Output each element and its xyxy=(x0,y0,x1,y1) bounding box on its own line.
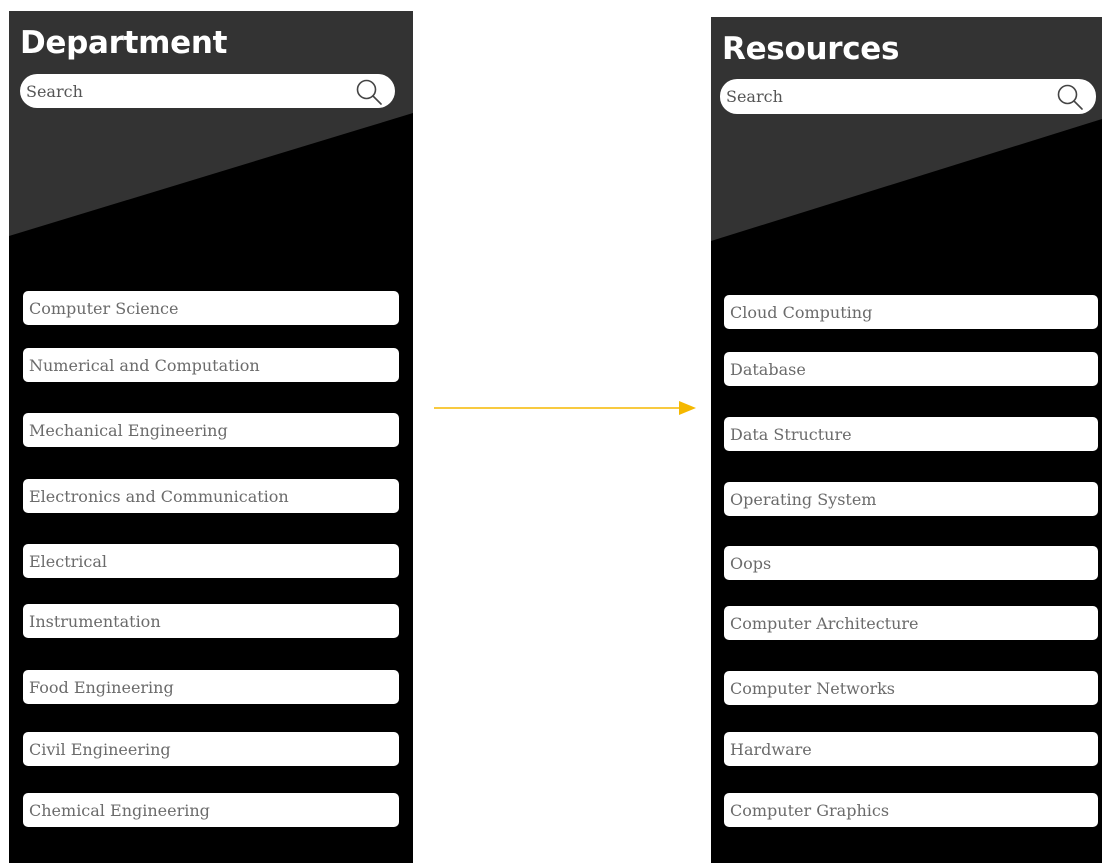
list-item-data-structure[interactable]: Data Structure xyxy=(724,417,1098,451)
search-bar[interactable] xyxy=(720,79,1096,114)
list-item-operating-system[interactable]: Operating System xyxy=(724,482,1098,516)
list-item-civil-engineering[interactable]: Civil Engineering xyxy=(23,732,399,766)
list-item-computer-science[interactable]: Computer Science xyxy=(23,291,399,325)
list-item-computer-graphics[interactable]: Computer Graphics xyxy=(724,793,1098,827)
department-screen: Department Computer Science Numerical an… xyxy=(9,11,413,863)
search-icon[interactable] xyxy=(355,78,383,106)
list-item-oops[interactable]: Oops xyxy=(724,546,1098,580)
search-icon[interactable] xyxy=(1056,83,1084,111)
page-title: Resources xyxy=(722,31,900,67)
list-item-electrical[interactable]: Electrical xyxy=(23,544,399,578)
resources-screen: Resources Cloud Computing Database Data … xyxy=(711,17,1102,863)
arrow-right-icon xyxy=(434,401,696,415)
list-item-cloud-computing[interactable]: Cloud Computing xyxy=(724,295,1098,329)
search-bar[interactable] xyxy=(20,74,395,108)
list-item-computer-networks[interactable]: Computer Networks xyxy=(724,671,1098,705)
list-item-chemical-engineering[interactable]: Chemical Engineering xyxy=(23,793,399,827)
page-title: Department xyxy=(20,25,228,61)
search-input[interactable] xyxy=(720,79,1040,114)
list-item-food-engineering[interactable]: Food Engineering xyxy=(23,670,399,704)
flow-canvas: Department Computer Science Numerical an… xyxy=(0,0,1102,863)
list-item-hardware[interactable]: Hardware xyxy=(724,732,1098,766)
list-item-electronics-and-communication[interactable]: Electronics and Communication xyxy=(23,479,399,513)
list-item-instrumentation[interactable]: Instrumentation xyxy=(23,604,399,638)
list-item-mechanical-engineering[interactable]: Mechanical Engineering xyxy=(23,413,399,447)
search-input[interactable] xyxy=(20,74,340,108)
list-item-numerical-and-computation[interactable]: Numerical and Computation xyxy=(23,348,399,382)
list-item-computer-architecture[interactable]: Computer Architecture xyxy=(724,606,1098,640)
list-item-database[interactable]: Database xyxy=(724,352,1098,386)
